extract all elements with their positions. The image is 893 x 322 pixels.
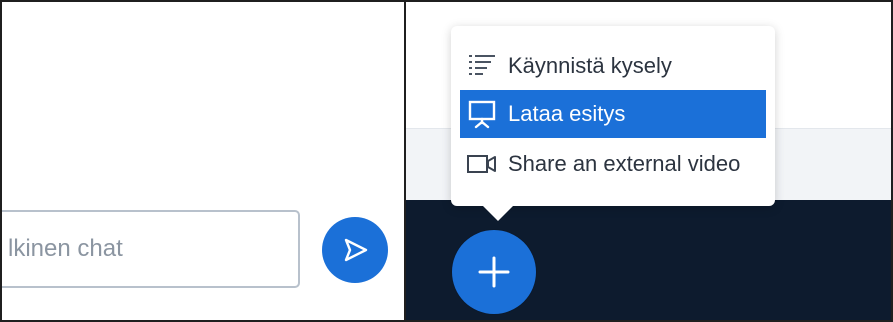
actions-menu: Käynnistä kysely Lataa esitys Share an e… — [451, 26, 775, 206]
menu-caret — [480, 203, 516, 221]
menu-item-label: Share an external video — [508, 151, 741, 176]
menu-item-upload-presentation[interactable]: Lataa esitys — [460, 90, 766, 138]
chat-message-input[interactable] — [2, 210, 300, 288]
menu-item-share-external-video[interactable]: Share an external video — [460, 140, 766, 188]
chat-panel — [2, 2, 404, 320]
app-frame: Käynnistä kysely Lataa esitys Share an e… — [0, 0, 893, 322]
send-icon — [340, 235, 370, 265]
plus-icon — [474, 252, 514, 292]
video-camera-icon — [464, 148, 500, 180]
actions-plus-button[interactable] — [452, 230, 536, 314]
presentation-icon — [464, 98, 500, 130]
menu-item-label: Käynnistä kysely — [508, 53, 672, 78]
send-message-button[interactable] — [322, 217, 388, 283]
poll-list-icon — [464, 50, 500, 82]
menu-item-label: Lataa esitys — [508, 101, 626, 126]
menu-item-start-poll[interactable]: Käynnistä kysely — [460, 42, 766, 90]
